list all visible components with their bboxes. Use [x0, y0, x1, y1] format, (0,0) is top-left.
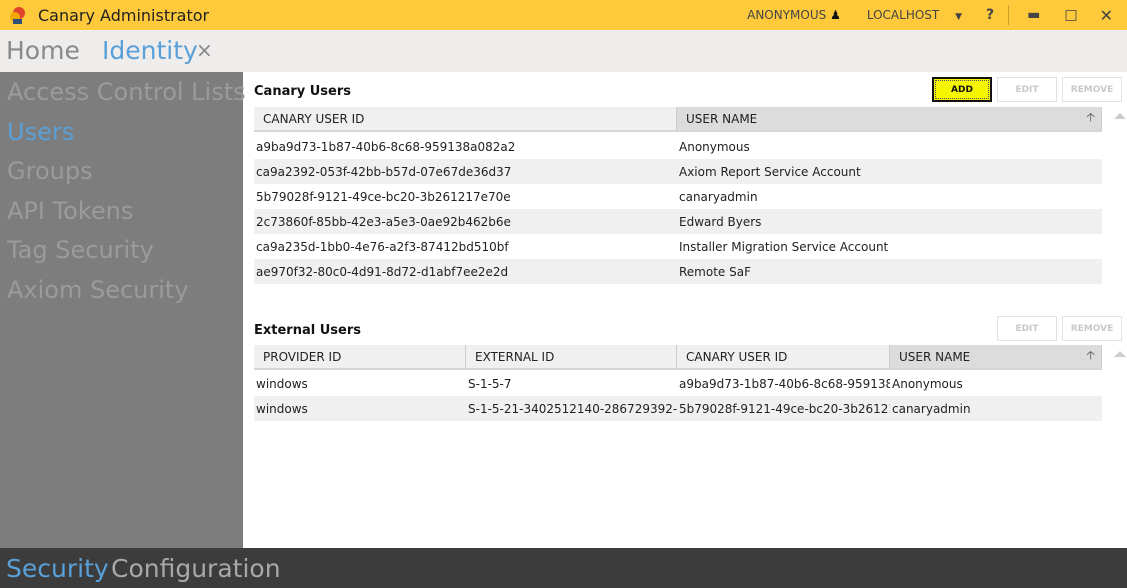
cell-user-id: ae970f32-80c0-4d91-8d72-d1abf7ee2e2d [256, 264, 509, 279]
table-header: PROVIDER ID EXTERNAL ID CANARY USER ID U… [254, 345, 1102, 370]
close-tab-icon[interactable]: × [196, 38, 213, 62]
column-label: PROVIDER ID [263, 349, 342, 364]
external-users-table: PROVIDER ID EXTERNAL ID CANARY USER ID U… [254, 345, 1102, 421]
bottom-nav: Security Configuration [0, 548, 1127, 588]
column-header-provider-id[interactable]: PROVIDER ID [254, 345, 466, 368]
scroll-up-button[interactable] [1114, 113, 1126, 119]
cell-canary-user-id: a9ba9d73-1b87-40b6-8c68-959138a08 [679, 376, 890, 391]
scroll-up-button[interactable] [1114, 351, 1126, 357]
canary-users-title: Canary Users [254, 84, 352, 99]
canary-logo-icon [7, 4, 29, 26]
user-name: ANONYMOUS [747, 8, 827, 22]
cell-external-id: S-1-5-7 [468, 376, 512, 391]
cell-user-id: 2c73860f-85bb-42e3-a5e3-0ae92b462b6e [256, 214, 511, 229]
cell-user-name: Anonymous [892, 376, 963, 391]
cell-user-id: 5b79028f-9121-49ce-bc20-3b261217e70e [256, 189, 511, 204]
table-header: CANARY USER ID USER NAME 🡡 [254, 107, 1102, 132]
server-name: LOCALHOST [866, 8, 940, 22]
user-icon: ♟ [830, 8, 841, 22]
cell-user-name: Axiom Report Service Account [679, 164, 861, 179]
nav-configuration[interactable]: Configuration [111, 554, 281, 583]
column-header-user-name[interactable]: USER NAME 🡡 [890, 345, 1102, 368]
remove-button[interactable]: REMOVE [1062, 77, 1122, 102]
sidebar-item-axiom-security[interactable]: Axiom Security [7, 276, 189, 304]
external-users-title: External Users [254, 323, 361, 338]
table-row[interactable]: ae970f32-80c0-4d91-8d72-d1abf7ee2e2d Remo… [254, 259, 1102, 284]
server-selector[interactable]: LOCALHOST ▼ [867, 8, 970, 22]
sidebar: Access Control Lists Users Groups API To… [0, 72, 246, 548]
column-label: CANARY USER ID [686, 349, 788, 364]
maximize-button[interactable]: □ [1064, 7, 1077, 23]
add-button[interactable]: ADD [932, 77, 992, 102]
separator [1008, 5, 1010, 25]
edit-button[interactable]: EDIT [997, 77, 1057, 102]
canary-users-table: CANARY USER ID USER NAME 🡡 a9ba9d73-1b87-… [254, 107, 1102, 284]
column-header-canary-user-id[interactable]: CANARY USER ID [254, 107, 677, 130]
table-row[interactable]: 2c73860f-85bb-42e3-a5e3-0ae92b462b6e Edwa… [254, 209, 1102, 234]
sort-ascending-icon: 🡡 [1086, 348, 1095, 362]
minimize-button[interactable]: ▬ [1027, 7, 1040, 23]
cell-user-name: canaryadmin [679, 189, 758, 204]
cell-user-name: Installer Migration Service Account [679, 239, 889, 254]
table-row[interactable]: windows S-1-5-7 a9ba9d73-1b87-40b6-8c68-95… [254, 371, 1102, 396]
cell-user-name: Anonymous [679, 139, 750, 154]
tab-bar: Home Identity × [0, 30, 1127, 72]
chevron-down-icon: ▼ [955, 12, 962, 22]
column-label: CANARY USER ID [263, 111, 365, 126]
cell-user-name: Edward Byers [679, 214, 762, 229]
table-row[interactable]: ca9a235d-1bb0-4e76-a2f3-87412bd510bf Inst… [254, 234, 1102, 259]
column-header-external-id[interactable]: EXTERNAL ID [466, 345, 677, 368]
table-row[interactable]: windows S-1-5-21-3402512140-286729392-879… [254, 396, 1102, 421]
cell-provider-id: windows [256, 401, 308, 416]
sidebar-item-access-control-lists[interactable]: Access Control Lists [7, 78, 246, 106]
column-label: USER NAME [686, 111, 758, 126]
help-button[interactable]: ? [986, 7, 994, 23]
cell-user-name: Remote SaF [679, 264, 751, 279]
close-button[interactable]: ✕ [1100, 6, 1113, 25]
column-header-canary-user-id[interactable]: CANARY USER ID [677, 345, 890, 368]
tab-identity[interactable]: Identity [102, 36, 198, 65]
cell-user-id: ca9a235d-1bb0-4e76-a2f3-87412bd510bf [256, 239, 509, 254]
sidebar-item-api-tokens[interactable]: API Tokens [7, 197, 133, 225]
cell-provider-id: windows [256, 376, 308, 391]
external-remove-button[interactable]: REMOVE [1062, 316, 1122, 341]
sidebar-item-users[interactable]: Users [7, 118, 74, 146]
cell-external-id: S-1-5-21-3402512140-286729392-8791 [468, 401, 677, 416]
current-user[interactable]: ANONYMOUS ♟ [747, 8, 841, 22]
cell-user-name: canaryadmin [892, 401, 971, 416]
external-edit-button[interactable]: EDIT [997, 316, 1057, 341]
table-row[interactable]: ca9a2392-053f-42bb-b57d-07e67de36d37 Axio… [254, 159, 1102, 184]
tab-home[interactable]: Home [6, 36, 80, 65]
table-row[interactable]: 5b79028f-9121-49ce-bc20-3b261217e70e cana… [254, 184, 1102, 209]
table-row[interactable]: a9ba9d73-1b87-40b6-8c68-959138a082a2 Anon… [254, 134, 1102, 159]
sidebar-item-groups[interactable]: Groups [7, 157, 93, 185]
column-header-user-name[interactable]: USER NAME 🡡 [677, 107, 1102, 130]
column-label: USER NAME [899, 349, 971, 364]
cell-user-id: ca9a2392-053f-42bb-b57d-07e67de36d37 [256, 164, 512, 179]
title-bar: Canary Administrator ANONYMOUS ♟ LOCALHO… [0, 0, 1127, 30]
cell-canary-user-id: 5b79028f-9121-49ce-bc20-3b261217e7 [679, 401, 890, 416]
column-label: EXTERNAL ID [475, 349, 555, 364]
sort-ascending-icon: 🡡 [1086, 110, 1095, 124]
sidebar-item-tag-security[interactable]: Tag Security [7, 236, 154, 264]
nav-security[interactable]: Security [6, 554, 109, 583]
app-title: Canary Administrator [38, 5, 210, 25]
cell-user-id: a9ba9d73-1b87-40b6-8c68-959138a082a2 [256, 139, 516, 154]
